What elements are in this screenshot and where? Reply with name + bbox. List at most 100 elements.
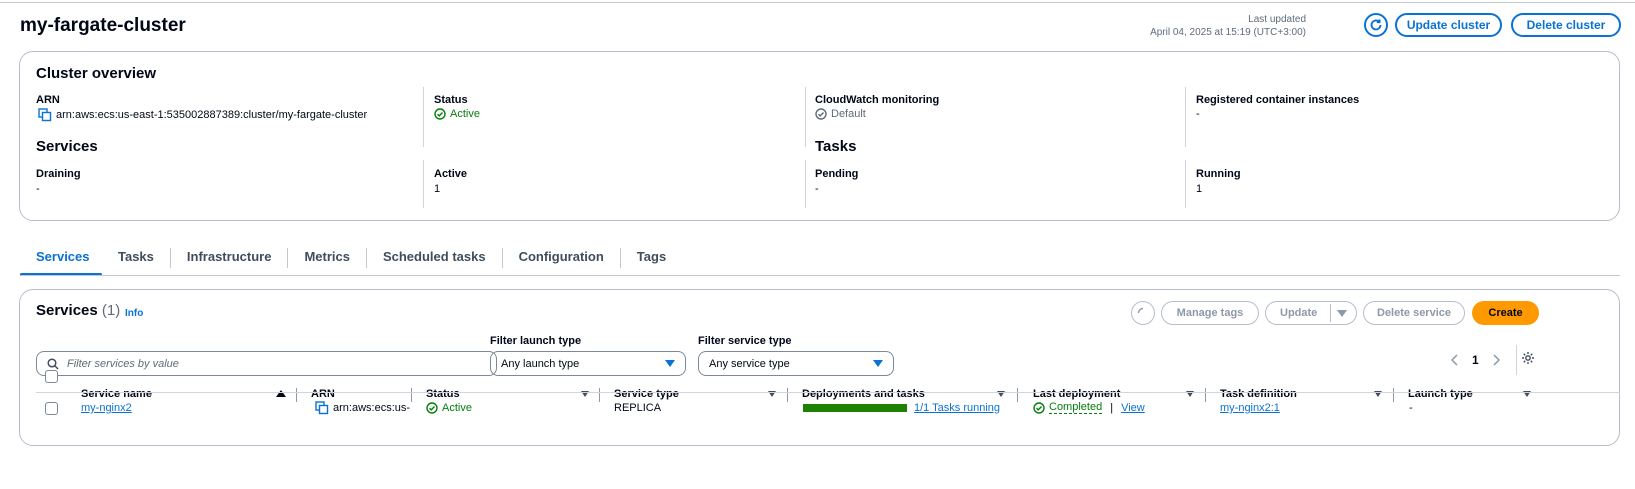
search-input[interactable] [67, 357, 467, 370]
header-divider [36, 392, 1620, 393]
refresh-button[interactable] [1364, 13, 1388, 37]
active-label: Active [434, 168, 468, 180]
column-launch-type[interactable]: Launch type [1408, 385, 1473, 403]
services-title-text: Services [36, 302, 98, 319]
status-text: Active [450, 108, 480, 120]
column-service-type[interactable]: Service type [614, 385, 679, 403]
service-name-link[interactable]: my-nginx2 [81, 402, 132, 414]
divider [805, 87, 806, 147]
check-circle-icon [1033, 401, 1045, 414]
column-resizer[interactable] [1017, 388, 1018, 402]
cluster-overview-title: Cluster overview [36, 65, 157, 82]
deployment-separator: | [1110, 401, 1114, 414]
cluster-tabs: Services Tasks Infrastructure Metrics Sc… [20, 244, 682, 276]
services-count: (1) [101, 302, 121, 319]
task-definition-link[interactable]: my-nginx2:1 [1220, 402, 1280, 414]
column-resizer[interactable] [1205, 388, 1206, 402]
registered-instances-label: Registered container instances [1196, 94, 1360, 106]
column-task-definition[interactable]: Task definition [1220, 385, 1297, 403]
tab-services[interactable]: Services [20, 244, 102, 276]
last-updated-value: April 04, 2025 at 15:19 (UTC+3:00) [1150, 27, 1306, 38]
select-all-checkbox[interactable] [45, 370, 58, 383]
service-type-select[interactable]: Any service type [698, 351, 894, 376]
last-updated: Last updated April 04, 2025 at 15:19 (UT… [1150, 13, 1306, 39]
divider [805, 160, 806, 208]
last-updated-label: Last updated [1248, 14, 1306, 25]
cloudwatch-label: CloudWatch monitoring [815, 94, 940, 106]
draining-value: - [36, 183, 40, 195]
status-label: Status [434, 94, 468, 106]
running-label: Running [1196, 168, 1241, 180]
service-type-value: Any service type [709, 357, 790, 370]
cloudwatch-value: Default [815, 108, 866, 120]
column-service-name[interactable]: Service name [81, 385, 152, 403]
deployment-status[interactable]: Completed [1049, 401, 1103, 414]
copy-icon[interactable] [315, 401, 329, 415]
launch-type-select[interactable]: Any launch type [490, 351, 686, 376]
tab-metrics[interactable]: Metrics [288, 244, 366, 276]
tab-scheduled-tasks[interactable]: Scheduled tasks [367, 244, 502, 276]
update-cluster-button[interactable]: Update cluster [1395, 13, 1502, 37]
divider [423, 160, 424, 208]
tab-tags[interactable]: Tags [621, 244, 682, 276]
column-resizer[interactable] [296, 388, 297, 402]
top-divider [0, 2, 1635, 3]
caret-down-icon [873, 360, 883, 367]
column-resizer[interactable] [599, 388, 600, 402]
delete-service-button[interactable]: Delete service [1363, 301, 1465, 325]
services-card: Services (1) Info Manage tags Update Del… [19, 289, 1620, 446]
row-service-type: REPLICA [614, 402, 662, 414]
tasks-progress-fill [803, 404, 907, 412]
row-status: Active [426, 402, 472, 414]
filter-service-type-label: Filter service type [698, 335, 792, 347]
manage-tags-button[interactable]: Manage tags [1161, 301, 1259, 325]
update-button[interactable]: Update [1265, 301, 1357, 325]
page-title: my-fargate-cluster [20, 15, 186, 36]
search-field[interactable] [36, 351, 497, 376]
row-checkbox[interactable] [45, 402, 58, 415]
active-value: 1 [434, 183, 441, 195]
caret-down-icon [665, 360, 675, 367]
cloudwatch-text: Default [831, 108, 866, 120]
copy-icon[interactable] [38, 108, 52, 122]
divider [1516, 345, 1517, 375]
chevron-right-icon[interactable] [1491, 354, 1501, 366]
info-link[interactable]: Info [125, 308, 143, 319]
gear-icon[interactable] [1521, 351, 1535, 365]
services-title: Services (1) [36, 302, 120, 319]
arn-value: arn:aws:ecs:us-east-1:535002887389:clust… [38, 108, 367, 122]
create-button[interactable]: Create [1472, 301, 1539, 325]
tab-tasks[interactable]: Tasks [102, 244, 170, 276]
arn-cell-text: arn:aws:ecs:us-e [333, 402, 410, 414]
view-link[interactable]: View [1121, 402, 1145, 414]
pending-label: Pending [815, 168, 859, 180]
check-circle-icon [815, 108, 827, 120]
divider [1185, 160, 1186, 208]
update-label: Update [1280, 307, 1318, 319]
cluster-overview-card: Cluster overview ARN arn:aws:ecs:us-east… [19, 51, 1620, 221]
row-status-text: Active [442, 402, 472, 414]
check-circle-icon [434, 108, 446, 120]
column-resizer[interactable] [787, 388, 788, 402]
column-resizer[interactable] [411, 388, 412, 402]
tab-configuration[interactable]: Configuration [503, 244, 620, 276]
tasks-running-link[interactable]: 1/1 Tasks running [914, 402, 1000, 414]
filter-launch-type-label: Filter launch type [490, 335, 582, 347]
column-status[interactable]: Status [426, 385, 460, 403]
tasks-progress-bar [803, 404, 907, 412]
pending-value: - [815, 183, 819, 195]
chevron-left-icon[interactable] [1450, 354, 1460, 366]
refresh-services-button[interactable] [1131, 301, 1155, 325]
chevron-down-icon[interactable] [1337, 310, 1347, 317]
column-deployments-tasks[interactable]: Deployments and tasks [802, 385, 925, 403]
delete-cluster-button[interactable]: Delete cluster [1511, 13, 1621, 37]
column-resizer[interactable] [1393, 388, 1394, 402]
page-number[interactable]: 1 [1472, 353, 1479, 367]
tab-infrastructure[interactable]: Infrastructure [171, 244, 288, 276]
arn-cell: arn:aws:ecs:us-e [315, 401, 410, 415]
status-value: Active [434, 108, 480, 120]
running-value: 1 [1196, 183, 1203, 195]
arn-text: arn:aws:ecs:us-east-1:535002887389:clust… [56, 109, 368, 121]
pagination: 1 [1450, 353, 1501, 367]
registered-instances-value: - [1196, 108, 1200, 120]
